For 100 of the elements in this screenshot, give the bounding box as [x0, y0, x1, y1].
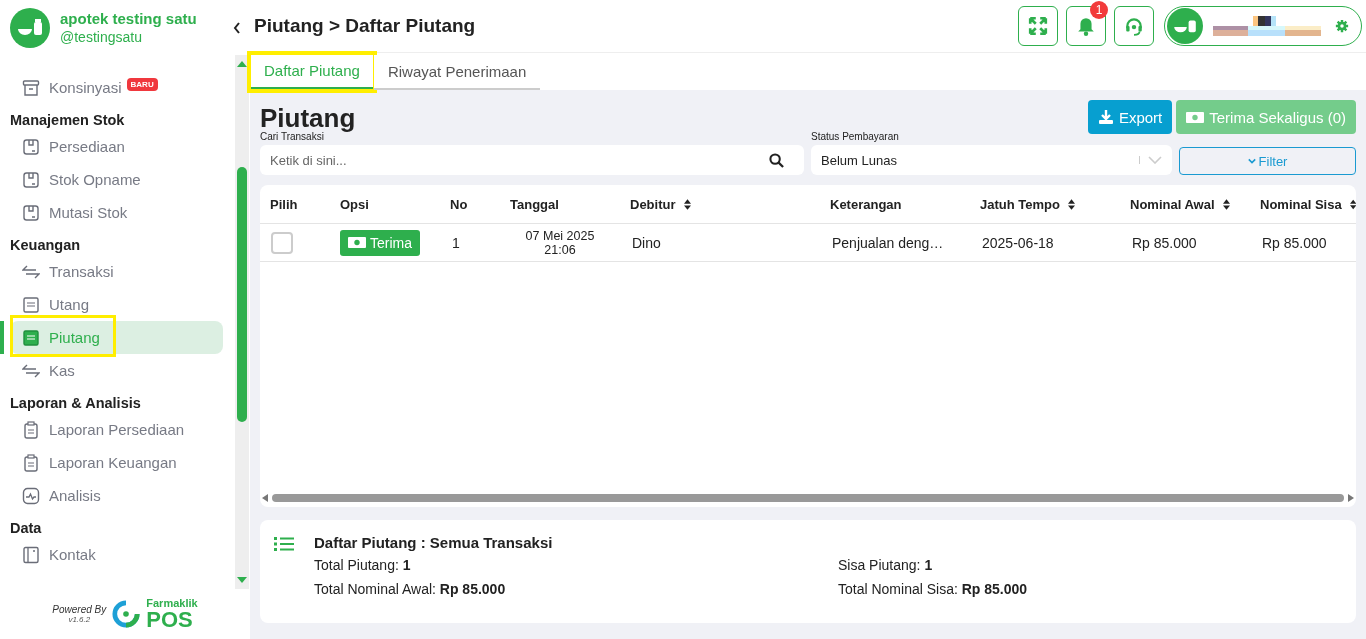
menu-section-title: Manajemen Stok: [9, 111, 126, 130]
menu-label: Kontak: [49, 546, 96, 563]
sidebar-item[interactable]: Transaksi: [10, 255, 223, 288]
menu-label: Analisis: [49, 487, 101, 504]
menu-section-title: Laporan & Analisis: [9, 394, 142, 413]
clipboard-icon: [22, 420, 40, 439]
scroll-down-arrow-icon[interactable]: [237, 577, 247, 583]
sidebar-item[interactable]: Kontak: [10, 538, 223, 571]
sort-icon[interactable]: [1222, 198, 1230, 210]
receipt-icon: [22, 328, 40, 347]
table-cell: Rp 85.000: [1132, 234, 1197, 251]
export-button[interactable]: Export: [1087, 100, 1173, 134]
column-header: Nominal Awal: [1130, 196, 1215, 212]
filter-button[interactable]: Filter: [1179, 147, 1356, 175]
notification-button[interactable]: [1066, 6, 1106, 46]
table-cell: Rp 85.000: [1262, 234, 1327, 251]
column-header: Nominal Sisa: [1260, 196, 1342, 212]
receipt-icon: [22, 295, 40, 314]
menu-label: Persediaan: [49, 138, 125, 155]
bell-icon: [1076, 16, 1096, 36]
pharmacy-logo-icon: [10, 7, 50, 48]
column-header: Jatuh Tempo: [980, 196, 1060, 212]
receive-button[interactable]: Terima: [340, 229, 420, 256]
pharmacy-logo-icon: [1167, 8, 1203, 44]
breadcrumb: Piutang > Daftar Piutang: [254, 15, 476, 37]
chevron-left-icon[interactable]: [233, 21, 241, 34]
summary-stat: Total Piutang: 1: [314, 557, 412, 573]
pulse-chart-icon: [22, 486, 40, 505]
sidebar-item[interactable]: Stok Opname: [10, 163, 223, 196]
menu-section-title: Data: [9, 519, 43, 538]
table-cell: 1: [452, 234, 460, 251]
scroll-up-arrow-icon[interactable]: [237, 61, 247, 67]
list-icon: [274, 536, 294, 552]
menu-label: Stok Opname: [49, 171, 141, 188]
sort-icon[interactable]: [683, 198, 691, 210]
package-icon: [22, 137, 40, 156]
powered-by-text: Powered By: [52, 604, 107, 615]
sort-icon[interactable]: [1067, 198, 1075, 210]
scroll-left-arrow-icon[interactable]: [262, 494, 268, 502]
chevron-down-icon: [1148, 156, 1162, 164]
sidebar-item[interactable]: Analisis: [10, 479, 223, 512]
sidebar-item[interactable]: Laporan Persediaan: [10, 413, 223, 446]
expand-arrows-icon: [1028, 16, 1048, 36]
menu-label: Piutang: [49, 329, 100, 346]
menu-label: Kas: [49, 362, 75, 379]
sidebar-item[interactable]: Mutasi Stok: [10, 196, 223, 229]
sort-icon[interactable]: [1349, 198, 1356, 210]
sidebar-scrollbar[interactable]: [235, 55, 249, 589]
summary-stat: Total Nominal Sisa: Rp 85.000: [838, 581, 1029, 597]
search-field[interactable]: Ketik di sini...: [260, 145, 804, 175]
archive-box-icon: [22, 78, 40, 97]
store-handle: @testingsatu: [60, 29, 143, 45]
cash-icon: [348, 236, 366, 249]
menu-label: Laporan Persediaan: [49, 421, 185, 438]
logo-wordmark: POS: [146, 608, 193, 631]
logo-wordmark: Farmaklik: [146, 597, 198, 609]
scroll-right-arrow-icon[interactable]: [1348, 494, 1354, 502]
settings-icon[interactable]: [1335, 19, 1349, 33]
sidebar-item[interactable]: Utang: [10, 288, 223, 321]
column-header: Debitur: [630, 196, 676, 212]
headset-icon: [1124, 16, 1144, 36]
notification-count-badge: 1: [1090, 1, 1108, 19]
cash-icon: [1186, 110, 1205, 124]
search-icon: [769, 153, 784, 168]
column-header: Keterangan: [830, 196, 902, 212]
sidebar-item[interactable]: Piutang: [10, 321, 223, 354]
menu-label: Mutasi Stok: [49, 204, 128, 221]
sidebar-item[interactable]: Laporan Keuangan: [10, 446, 223, 479]
tab[interactable]: Riwayat Penerimaan: [373, 55, 541, 90]
status-dropdown[interactable]: Belum Lunas: [811, 145, 1172, 175]
fullscreen-button[interactable]: [1018, 6, 1058, 46]
table-cell: 2025-06-18: [982, 234, 1054, 251]
field-label: Cari Transaksi: [260, 131, 324, 142]
sidebar-item[interactable]: Konsinyasi BARU: [10, 71, 223, 104]
tab[interactable]: Daftar Piutang: [250, 54, 374, 90]
menu-label: Laporan Keuangan: [49, 454, 177, 471]
download-icon: [1097, 109, 1114, 125]
support-headset-button[interactable]: [1114, 6, 1154, 46]
page-title: Piutang: [260, 103, 356, 133]
column-header: Pilih: [270, 196, 298, 212]
package-icon: [22, 170, 40, 189]
column-header: Opsi: [340, 196, 369, 212]
sidebar-item[interactable]: Persediaan: [10, 130, 223, 163]
table-cell: Dino: [632, 234, 661, 251]
field-label: Status Pembayaran: [811, 131, 900, 142]
column-header: No: [450, 196, 468, 212]
store-name: apotek testing satu: [60, 10, 198, 27]
menu-section-title: Keuangan: [9, 236, 82, 255]
version-text: v1.6.2: [68, 615, 91, 624]
summary-stat: Sisa Piutang: 1: [838, 557, 934, 573]
horizontal-scrollbar[interactable]: [260, 491, 1356, 505]
row-checkbox[interactable]: [271, 231, 293, 254]
clipboard-icon: [22, 453, 40, 472]
package-icon: [22, 203, 40, 222]
table-cell: 21:06: [544, 242, 576, 257]
summary-stat: Total Nominal Awal: Rp 85.000: [314, 581, 507, 597]
column-header: Tanggal: [510, 196, 559, 212]
new-badge: BARU: [126, 78, 158, 91]
sidebar-item[interactable]: Kas: [10, 354, 223, 387]
menu-label: Transaksi: [49, 263, 114, 280]
